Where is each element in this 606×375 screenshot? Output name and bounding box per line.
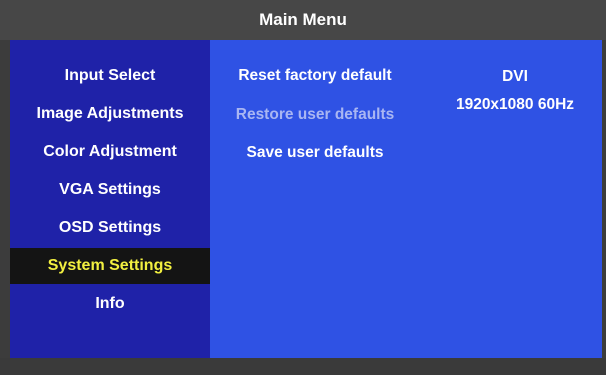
sidebar-item-label: Color Adjustment bbox=[43, 143, 177, 160]
sidebar-item-vga-settings[interactable]: VGA Settings bbox=[10, 172, 210, 208]
option-label: Reset factory default bbox=[238, 67, 392, 84]
menu-body: Input Select Image Adjustments Color Adj… bbox=[10, 40, 602, 358]
sidebar-item-label: Input Select bbox=[64, 67, 156, 84]
osd-screen: Main Menu Input Select Image Adjustments… bbox=[0, 0, 606, 375]
sidebar-item-info[interactable]: Info bbox=[10, 286, 210, 322]
signal-resolution-label: 1920x1080 60Hz bbox=[455, 96, 575, 113]
sidebar-item-osd-settings[interactable]: OSD Settings bbox=[10, 210, 210, 246]
bottom-bar bbox=[0, 358, 606, 375]
reset-factory-default-option[interactable]: Reset factory default bbox=[220, 63, 410, 89]
sidebar-item-image-adjustments[interactable]: Image Adjustments bbox=[10, 96, 210, 132]
menu-title-bar: Main Menu bbox=[0, 0, 606, 40]
sidebar-item-system-settings[interactable]: System Settings bbox=[10, 248, 210, 284]
save-user-defaults-option[interactable]: Save user defaults bbox=[220, 140, 410, 166]
signal-input-label: DVI bbox=[502, 68, 528, 85]
option-label: Restore user defaults bbox=[235, 106, 395, 123]
settings-panel: Reset factory default Restore user defau… bbox=[210, 40, 602, 358]
sidebar-item-label: System Settings bbox=[47, 257, 173, 274]
sidebar-item-color-adjustment[interactable]: Color Adjustment bbox=[10, 134, 210, 170]
category-sidebar: Input Select Image Adjustments Color Adj… bbox=[10, 40, 210, 358]
option-label: Save user defaults bbox=[246, 144, 384, 161]
sidebar-item-label: OSD Settings bbox=[58, 219, 162, 236]
menu-title: Main Menu bbox=[259, 10, 347, 29]
sidebar-item-label: Image Adjustments bbox=[36, 105, 184, 122]
sidebar-item-input-select[interactable]: Input Select bbox=[10, 58, 210, 94]
sidebar-item-label: VGA Settings bbox=[59, 181, 161, 198]
sidebar-item-label: Info bbox=[95, 295, 125, 312]
restore-user-defaults-option: Restore user defaults bbox=[220, 102, 410, 128]
